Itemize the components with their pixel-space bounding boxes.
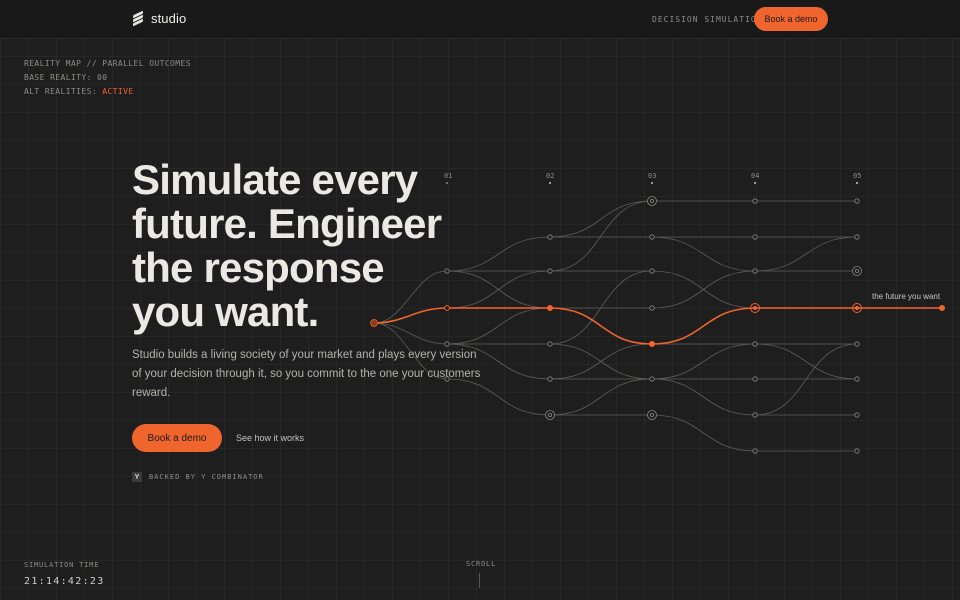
branch-line bbox=[446, 343, 551, 380]
branch-line bbox=[446, 236, 551, 272]
column-label-02: 02 bbox=[546, 172, 554, 180]
future-you-want-label: the future you want bbox=[872, 292, 941, 301]
status-title: REALITY MAP // PARALLEL OUTCOMES bbox=[24, 59, 191, 68]
branch-line bbox=[549, 200, 653, 238]
column-labels: 01 02 03 04 05 bbox=[444, 172, 861, 184]
branch-line bbox=[651, 236, 756, 272]
backed-by-text: BACKED BY Y COMBINATOR bbox=[149, 473, 264, 481]
studio-logo-icon bbox=[133, 10, 143, 27]
status-alt-realities: ALT REALITIES: ACTIVE bbox=[24, 87, 134, 96]
column-label-05: 05 bbox=[853, 172, 861, 180]
branch-line bbox=[754, 236, 858, 272]
top-navigation-bar: studio DECISION SIMULATION Book a demo bbox=[0, 0, 960, 39]
branch-line bbox=[651, 270, 756, 309]
column-label-03: 03 bbox=[648, 172, 656, 180]
branch-line bbox=[373, 322, 448, 380]
highlighted-nodes bbox=[370, 303, 945, 347]
column-label-01: 01 bbox=[444, 172, 452, 180]
status-base-reality: BASE REALITY: 00 bbox=[24, 73, 108, 82]
target-future-node bbox=[939, 305, 945, 311]
branch-line bbox=[549, 270, 653, 345]
scroll-indicator-line[interactable] bbox=[479, 573, 480, 588]
branch-line bbox=[446, 378, 551, 416]
branch-line bbox=[549, 343, 653, 380]
branch-line bbox=[754, 343, 858, 416]
nav-link-decision-simulation[interactable]: DECISION SIMULATION bbox=[652, 15, 763, 24]
status-active-badge: ACTIVE bbox=[102, 87, 134, 96]
branch-line bbox=[446, 307, 551, 345]
simulation-time-value: 21:14:42:23 bbox=[24, 576, 105, 587]
see-how-it-works-link[interactable]: See how it works bbox=[236, 433, 304, 443]
book-demo-button-hero[interactable]: Book a demo bbox=[132, 424, 222, 452]
highlighted-future-path bbox=[373, 307, 942, 345]
y-combinator-icon: Y bbox=[132, 472, 142, 482]
book-demo-button-header[interactable]: Book a demo bbox=[754, 7, 828, 31]
branch-line bbox=[446, 270, 551, 309]
branch-line bbox=[651, 378, 756, 416]
branch-line bbox=[651, 414, 756, 452]
logo[interactable]: studio bbox=[133, 10, 187, 27]
branch-line bbox=[549, 378, 653, 416]
branch-line bbox=[651, 343, 756, 380]
branch-line bbox=[373, 322, 448, 345]
logo-text: studio bbox=[151, 11, 187, 26]
backed-by-yc: Y BACKED BY Y COMBINATOR bbox=[132, 472, 264, 482]
scroll-indicator-label: SCROLL bbox=[466, 560, 497, 568]
reality-map-diagram: 01 02 03 04 05 the future you want bbox=[370, 172, 945, 454]
column-label-04: 04 bbox=[751, 172, 759, 180]
branch-line bbox=[754, 343, 858, 380]
reality-status-panel: REALITY MAP // PARALLEL OUTCOMES BASE RE… bbox=[24, 57, 191, 99]
simulation-time-label: SIMULATION TIME bbox=[24, 561, 100, 569]
